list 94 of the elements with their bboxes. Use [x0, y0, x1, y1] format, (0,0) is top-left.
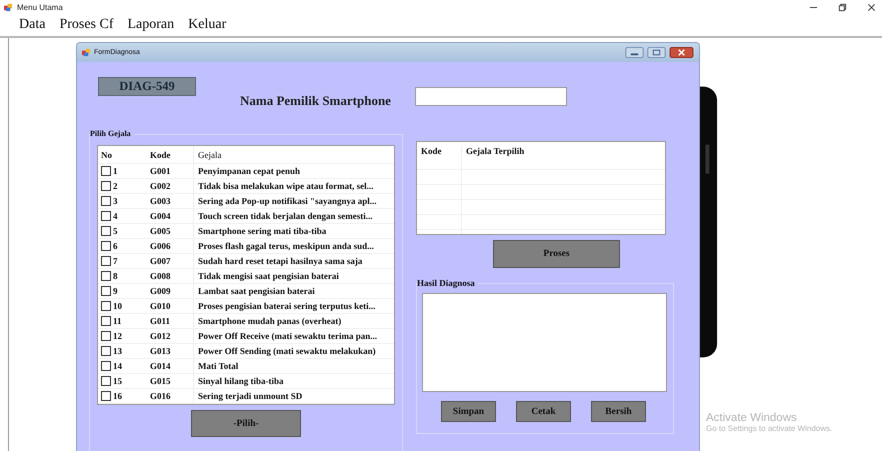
row-number: 9 — [113, 286, 118, 296]
table-cell: Sering terjadi unmount SD — [193, 389, 394, 403]
checkbox[interactable] — [101, 391, 111, 401]
checkbox[interactable] — [101, 376, 111, 386]
checkbox[interactable] — [101, 196, 111, 206]
checkbox[interactable] — [101, 166, 111, 176]
column-header: No — [100, 150, 113, 160]
menu-item[interactable]: Keluar — [188, 17, 226, 33]
table-cell: Proses flash gagal terus, meskipun anda sud... — [193, 239, 394, 253]
row-number: 12 — [113, 331, 122, 341]
column-header: Gejala Terpilih — [461, 146, 665, 169]
checkbox[interactable] — [101, 241, 111, 251]
activation-title: Activate Windows — [706, 412, 798, 424]
row-number: 4 — [113, 211, 118, 221]
action-button[interactable]: Bersih — [591, 401, 646, 422]
action-button[interactable]: Cetak — [516, 401, 571, 422]
diagnosis-code: DIAG-549 — [98, 77, 196, 96]
checkbox[interactable] — [101, 301, 111, 311]
checkbox[interactable] — [101, 331, 111, 341]
table-cell-text: G011 — [149, 316, 172, 326]
proses-button[interactable]: Proses — [493, 240, 620, 268]
column-header: Gejala — [193, 146, 394, 163]
app-icon — [82, 48, 91, 57]
menu-item[interactable]: Laporan — [128, 17, 174, 33]
close-icon[interactable] — [669, 47, 694, 58]
close-icon[interactable] — [867, 2, 876, 12]
row-number: 8 — [113, 271, 118, 281]
checkbox[interactable] — [101, 346, 111, 356]
row-number: 7 — [113, 256, 118, 266]
group-title: Hasil Diagnosa — [417, 278, 478, 288]
table-cell-text: G001 — [149, 166, 172, 176]
table-cell-text: G002 — [149, 181, 172, 191]
table-cell: Power Off Sending (mati sewaktu melakukan) — [193, 344, 394, 358]
table-cell: Touch screen tidak berjalan dengan semesti... — [193, 209, 394, 223]
table-cell: Tidak bisa melakukan wipe atau format, sel... — [193, 179, 394, 193]
row-number: 5 — [113, 226, 118, 236]
checkbox[interactable] — [101, 271, 111, 281]
activation-text: Go to Settings to activate Windows. — [706, 424, 832, 433]
row-number: 14 — [113, 361, 122, 371]
table-cell-text: G006 — [149, 241, 172, 251]
table-cell-text: G013 — [149, 346, 172, 356]
checkbox[interactable] — [101, 226, 111, 236]
checkbox[interactable] — [101, 361, 111, 371]
app-icon — [4, 2, 13, 12]
table-cell: Smartphone mudah panas (overheat) — [193, 314, 394, 328]
restore-icon[interactable] — [838, 2, 847, 12]
table-cell: Power Off Receive (mati sewaktu terima pan... — [193, 329, 394, 343]
row-number: 10 — [113, 301, 122, 311]
row-number: 15 — [113, 376, 122, 386]
column-header: Kode — [149, 150, 172, 160]
checkbox[interactable] — [101, 181, 111, 191]
table-cell: Penyimpanan cepat penuh — [193, 164, 394, 178]
table-cell-text: G003 — [149, 196, 172, 206]
menu-item[interactable]: Data — [19, 17, 46, 33]
maximize-icon[interactable] — [647, 47, 666, 58]
table-cell: Sering ada Pop-up notifikasi "sayangnya apl... — [193, 194, 394, 208]
table-cell-text: G007 — [149, 256, 172, 266]
table-cell-text: G016 — [149, 391, 172, 401]
result-text-area[interactable] — [422, 293, 667, 392]
table-cell-text: G012 — [149, 331, 172, 341]
menu-item[interactable]: Proses Cf — [59, 17, 114, 33]
table-cell: Sinyal hilang tiba-tiba — [193, 374, 394, 388]
pilih-button[interactable]: -Pilih- — [191, 410, 301, 437]
minimize-icon[interactable] — [625, 47, 644, 58]
table-cell: Tidak mengisi saat pengisian baterai — [193, 269, 394, 283]
column-header: Kode — [420, 146, 443, 158]
checkbox[interactable] — [101, 286, 111, 296]
table-cell: Lambat saat pengisian baterai — [193, 284, 394, 298]
owner-label: Nama Pemilik Smartphone — [240, 93, 391, 109]
row-number: 13 — [113, 346, 122, 356]
checkbox[interactable] — [101, 316, 111, 326]
row-number: 2 — [113, 181, 118, 191]
table-cell: Smartphone sering mati tiba-tiba — [193, 224, 394, 238]
row-number: 1 — [113, 166, 118, 176]
table-cell: Mati Total — [193, 359, 394, 373]
table-cell-text: G009 — [149, 286, 172, 296]
table-cell-text: G008 — [149, 271, 172, 281]
row-number: 6 — [113, 241, 118, 251]
group-title: Pilih Gejala — [90, 129, 134, 138]
window-title: Menu Utama — [17, 2, 63, 12]
action-button[interactable]: Simpan — [441, 401, 496, 422]
row-number: 16 — [113, 391, 122, 401]
checkbox[interactable] — [101, 256, 111, 266]
table-cell-text: G015 — [149, 376, 172, 386]
table-cell: Sudah hard reset tetapi hasilnya sama saja — [193, 254, 394, 268]
table-cell-text: G014 — [149, 361, 172, 371]
table-cell: Proses pengisian baterai sering terputus keti... — [193, 299, 394, 313]
table-cell-text: G005 — [149, 226, 172, 236]
row-number: 3 — [113, 196, 118, 206]
owner-name-field[interactable] — [414, 87, 567, 106]
table-cell-text: G010 — [149, 301, 172, 311]
row-number: 11 — [113, 316, 122, 326]
checkbox[interactable] — [101, 211, 111, 221]
table-cell-text: G004 — [149, 211, 172, 221]
